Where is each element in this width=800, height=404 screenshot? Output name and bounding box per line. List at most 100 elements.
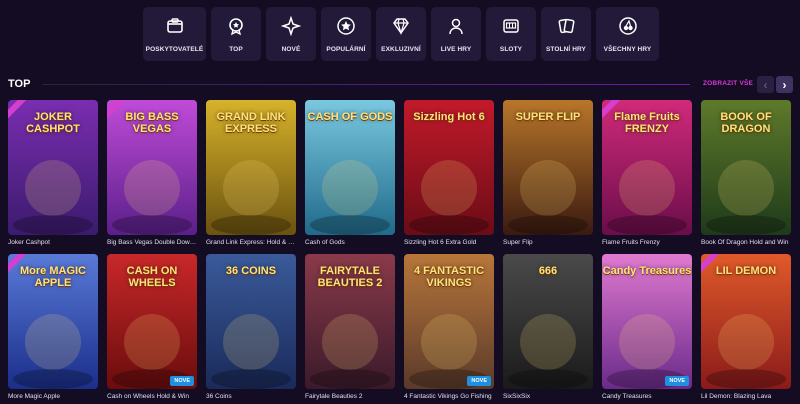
category-bar: POSKYTOVATELÉ TOP NOVÉ POPULÁRNÍ EXKLUZIVNÍ L… bbox=[0, 0, 800, 72]
star-icon bbox=[334, 14, 358, 38]
game-name: Flame Fruits Frenzy bbox=[602, 239, 660, 246]
category-label: VŠECHNY HRY bbox=[603, 46, 652, 53]
live-dealer-icon bbox=[444, 14, 468, 38]
game-name: 36 Coins bbox=[206, 393, 232, 400]
game-name: Candy Treasures bbox=[602, 393, 652, 400]
game-card[interactable]: LIL DEMON Lil Demon: Blazing Lava bbox=[701, 254, 791, 400]
game-thumbnail[interactable]: CASH ON WHEELS NOVE bbox=[107, 254, 197, 389]
game-thumbnail[interactable]: JOKER CASHPOT bbox=[8, 100, 98, 235]
carousel-prev-button[interactable]: ‹ bbox=[757, 76, 774, 93]
game-thumbnail[interactable]: Sizzling Hot 6 bbox=[404, 100, 494, 235]
game-card[interactable]: 4 FANTASTIC VIKINGS NOVE 4 Fantastic Vikin… bbox=[404, 254, 494, 400]
category-label: TOP bbox=[229, 46, 243, 53]
category-slot-machine[interactable]: SLOTY bbox=[486, 7, 536, 61]
game-thumbnail[interactable]: Flame Fruits FRENZY bbox=[602, 100, 692, 235]
game-name: Big Bass Vegas Double Down Deluxe bbox=[107, 239, 197, 246]
game-name: Book Of Dragon Hold and Win bbox=[701, 239, 789, 246]
diamond-icon bbox=[389, 14, 413, 38]
game-art-title: Flame Fruits FRENZY bbox=[614, 111, 680, 135]
game-thumbnail[interactable]: 666 bbox=[503, 254, 593, 389]
category-nav: POSKYTOVATELÉ TOP NOVÉ POPULÁRNÍ EXKLUZIVNÍ L… bbox=[143, 7, 659, 61]
category-label: LIVE HRY bbox=[440, 46, 472, 53]
section-title: TOP bbox=[8, 78, 31, 90]
category-label: POPULÁRNÍ bbox=[326, 46, 366, 53]
category-cards[interactable]: STOLNÍ HRY bbox=[541, 7, 591, 61]
game-card[interactable]: More MAGIC APPLE More Magic Apple bbox=[8, 254, 98, 400]
game-name: Sizzling Hot 6 Extra Gold bbox=[404, 239, 477, 246]
game-name: Super Flip bbox=[503, 239, 533, 246]
game-art-title: Sizzling Hot 6 bbox=[413, 111, 485, 123]
category-label: SLOTY bbox=[499, 46, 523, 53]
category-label: NOVÉ bbox=[281, 46, 301, 53]
game-thumbnail[interactable]: More MAGIC APPLE bbox=[8, 254, 98, 389]
game-thumbnail[interactable]: Candy Treasures NOVE bbox=[602, 254, 692, 389]
game-art-title: BOOK OF DRAGON bbox=[720, 111, 772, 135]
category-label: STOLNÍ HRY bbox=[545, 46, 586, 53]
game-thumbnail[interactable]: CASH OF GODS bbox=[305, 100, 395, 235]
game-name: More Magic Apple bbox=[8, 393, 61, 400]
game-card[interactable]: GRAND LINK EXPRESS Grand Link Express: Ho… bbox=[206, 100, 296, 246]
game-thumbnail[interactable]: BOOK OF DRAGON bbox=[701, 100, 791, 235]
game-card[interactable]: BIG BASS VEGAS Big Bass Vegas Double Down… bbox=[107, 100, 197, 246]
game-art-title: CASH OF GODS bbox=[307, 111, 393, 123]
new-sparkle-icon bbox=[279, 14, 303, 38]
category-label: EXKLUZIVNÍ bbox=[381, 46, 421, 53]
game-thumbnail[interactable]: BIG BASS VEGAS bbox=[107, 100, 197, 235]
medal-icon bbox=[224, 14, 248, 38]
game-card[interactable]: Sizzling Hot 6 Sizzling Hot 6 Extra Gold bbox=[404, 100, 494, 246]
game-art-title: JOKER CASHPOT bbox=[26, 111, 80, 135]
game-thumbnail[interactable]: GRAND LINK EXPRESS bbox=[206, 100, 296, 235]
game-card[interactable]: JOKER CASHPOT Joker Cashpot bbox=[8, 100, 98, 246]
carousel-next-button[interactable]: › bbox=[776, 76, 793, 93]
game-card[interactable]: CASH ON WHEELS NOVE Cash on Wheels Hold & … bbox=[107, 254, 197, 400]
game-thumbnail[interactable]: FAIRYTALE BEAUTIES 2 bbox=[305, 254, 395, 389]
game-thumbnail[interactable]: SUPER FLIP bbox=[503, 100, 593, 235]
game-card[interactable]: Flame Fruits FRENZY Flame Fruits Frenzy bbox=[602, 100, 692, 246]
game-art-title: BIG BASS VEGAS bbox=[125, 111, 179, 135]
game-art-title: More MAGIC APPLE bbox=[20, 265, 86, 289]
show-all-link[interactable]: ZOBRAZIT VŠE bbox=[703, 80, 753, 87]
cherries-icon bbox=[616, 14, 640, 38]
game-name: Grand Link Express: Hold & Win bbox=[206, 239, 296, 246]
game-name: SixSixSix bbox=[503, 393, 531, 400]
new-badge: NOVE bbox=[170, 376, 194, 386]
game-name: Cash of Gods bbox=[305, 239, 345, 246]
game-art-title: 36 COINS bbox=[225, 265, 277, 277]
game-card[interactable]: CASH OF GODS Cash of Gods bbox=[305, 100, 395, 246]
game-name: Fairytale Beauties 2 bbox=[305, 393, 363, 400]
game-thumbnail[interactable]: LIL DEMON bbox=[701, 254, 791, 389]
game-card[interactable]: BOOK OF DRAGON Book Of Dragon Hold and Wi… bbox=[701, 100, 791, 246]
providers-icon bbox=[163, 14, 187, 38]
category-label: POSKYTOVATELÉ bbox=[145, 46, 204, 53]
category-live-dealer[interactable]: LIVE HRY bbox=[431, 7, 481, 61]
game-name: Cash on Wheels Hold & Win bbox=[107, 393, 190, 400]
game-art-title: CASH ON WHEELS bbox=[126, 265, 178, 289]
category-providers[interactable]: POSKYTOVATELÉ bbox=[143, 7, 206, 61]
category-star[interactable]: POPULÁRNÍ bbox=[321, 7, 371, 61]
new-badge: NOVE bbox=[665, 376, 689, 386]
category-diamond[interactable]: EXKLUZIVNÍ bbox=[376, 7, 426, 61]
cards-icon bbox=[554, 14, 578, 38]
new-badge: NOVE bbox=[467, 376, 491, 386]
game-card[interactable]: FAIRYTALE BEAUTIES 2 Fairytale Beauties 2 bbox=[305, 254, 395, 400]
game-art-title: Candy Treasures bbox=[602, 265, 692, 277]
slot-machine-icon bbox=[499, 14, 523, 38]
game-art-title: SUPER FLIP bbox=[515, 111, 581, 123]
game-name: 4 Fantastic Vikings Go Fishing bbox=[404, 393, 492, 400]
game-art-title: 4 FANTASTIC VIKINGS bbox=[413, 265, 485, 289]
category-new-sparkle[interactable]: NOVÉ bbox=[266, 7, 316, 61]
game-art-title: FAIRYTALE BEAUTIES 2 bbox=[317, 265, 383, 289]
game-art-title: 666 bbox=[538, 265, 558, 277]
game-art-title: GRAND LINK EXPRESS bbox=[216, 111, 286, 135]
game-art-title: LIL DEMON bbox=[715, 265, 777, 277]
game-name: Lil Demon: Blazing Lava bbox=[701, 393, 772, 400]
category-cherries[interactable]: VŠECHNY HRY bbox=[596, 7, 659, 61]
game-card[interactable]: 36 COINS 36 Coins bbox=[206, 254, 296, 400]
game-card[interactable]: SUPER FLIP Super Flip bbox=[503, 100, 593, 246]
game-card[interactable]: 666 SixSixSix bbox=[503, 254, 593, 400]
game-thumbnail[interactable]: 4 FANTASTIC VIKINGS NOVE bbox=[404, 254, 494, 389]
game-card[interactable]: Candy Treasures NOVE Candy Treasures bbox=[602, 254, 692, 400]
section-divider bbox=[42, 84, 690, 85]
game-thumbnail[interactable]: 36 COINS bbox=[206, 254, 296, 389]
category-medal[interactable]: TOP bbox=[211, 7, 261, 61]
